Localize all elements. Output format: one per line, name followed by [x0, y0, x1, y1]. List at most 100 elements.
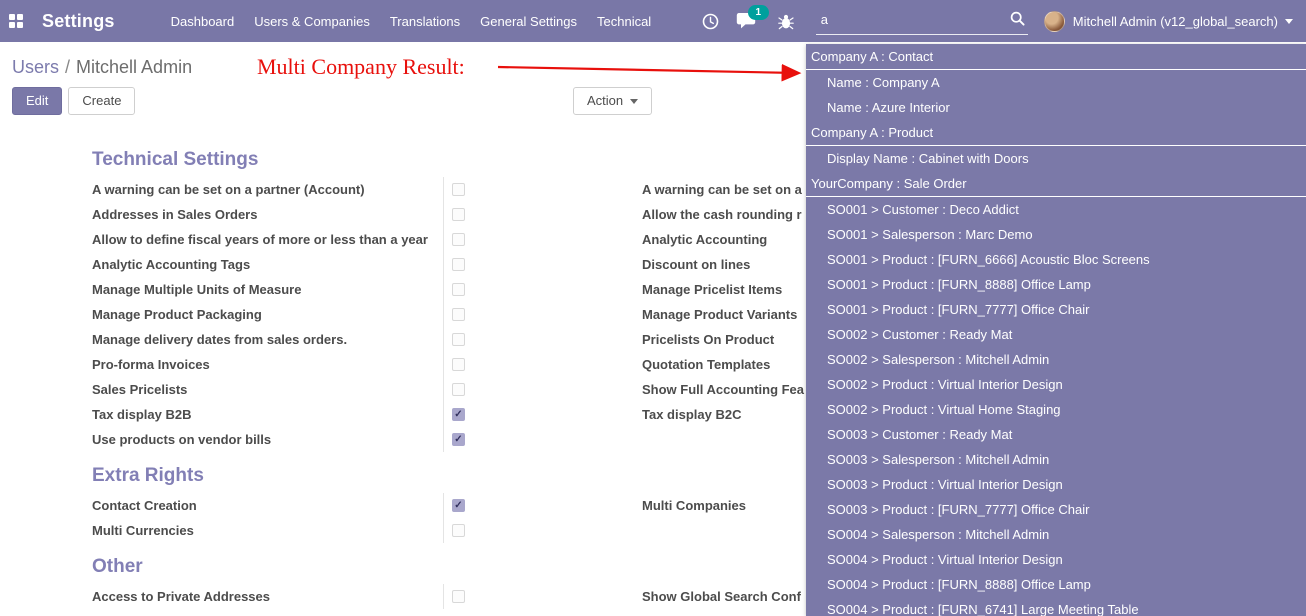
- global-search: [816, 8, 1028, 35]
- navbar-right: 1 Mitchell Admin (v12_global_search): [702, 8, 1306, 35]
- bug-icon[interactable]: [778, 13, 794, 30]
- checkbox-cell: [443, 493, 489, 518]
- app-title[interactable]: Settings: [42, 11, 115, 32]
- setting-checkbox[interactable]: [452, 590, 465, 603]
- avatar: [1044, 11, 1065, 32]
- setting-checkbox[interactable]: [452, 433, 465, 446]
- checkbox-cell: [443, 227, 489, 252]
- annotation-text: Multi Company Result:: [257, 54, 465, 80]
- caret-down-icon: [630, 99, 638, 104]
- setting-checkbox[interactable]: [452, 499, 465, 512]
- breadcrumb-separator: /: [65, 57, 70, 77]
- caret-down-icon: [1285, 19, 1293, 24]
- breadcrumb: Users / Mitchell Admin: [12, 57, 192, 78]
- search-result-item[interactable]: Display Name : Cabinet with Doors: [806, 146, 1306, 171]
- search-result-category[interactable]: YourCompany : Sale Order: [806, 171, 1306, 197]
- search-result-item[interactable]: SO003 > Customer : Ready Mat: [806, 422, 1306, 447]
- button-row: Edit Create: [12, 87, 135, 115]
- search-result-category[interactable]: Company A : Product: [806, 120, 1306, 146]
- search-result-item[interactable]: SO001 > Customer : Deco Addict: [806, 197, 1306, 222]
- setting-label-left: Access to Private Addresses: [92, 584, 270, 609]
- global-search-results-dropdown: Company A : Contact Name : Company A Nam…: [806, 44, 1306, 616]
- setting-label-right: Allow the cash rounding r: [642, 202, 802, 227]
- search-result-item[interactable]: SO003 > Salesperson : Mitchell Admin: [806, 447, 1306, 472]
- search-result-item[interactable]: SO002 > Product : Virtual Home Staging: [806, 397, 1306, 422]
- search-result-item[interactable]: Name : Azure Interior: [806, 95, 1306, 120]
- search-result-item[interactable]: SO003 > Product : [FURN_7777] Office Cha…: [806, 497, 1306, 522]
- setting-checkbox[interactable]: [452, 333, 465, 346]
- checkbox-cell: [443, 584, 489, 609]
- search-icon[interactable]: [1010, 11, 1025, 31]
- checkbox-cell: [443, 518, 489, 543]
- setting-label-left: Contact Creation: [92, 493, 197, 518]
- search-result-category[interactable]: Company A : Contact: [806, 44, 1306, 70]
- create-button[interactable]: Create: [68, 87, 135, 115]
- search-result-item[interactable]: SO002 > Product : Virtual Interior Desig…: [806, 372, 1306, 397]
- setting-checkbox[interactable]: [452, 358, 465, 371]
- search-result-item[interactable]: SO001 > Salesperson : Marc Demo: [806, 222, 1306, 247]
- checkbox-cell: [443, 352, 489, 377]
- setting-label-left: Sales Pricelists: [92, 377, 187, 402]
- setting-label-left: Addresses in Sales Orders: [92, 202, 257, 227]
- setting-label-left: Manage delivery dates from sales orders.: [92, 327, 347, 352]
- checkbox-cell: [443, 427, 489, 452]
- breadcrumb-users-link[interactable]: Users: [12, 57, 59, 77]
- checkbox-cell: [443, 327, 489, 352]
- setting-label-right: Tax display B2C: [642, 402, 741, 427]
- menu-technical[interactable]: Technical: [597, 10, 651, 33]
- menu-users-companies[interactable]: Users & Companies: [254, 10, 370, 33]
- checkbox-cell: [443, 302, 489, 327]
- setting-checkbox[interactable]: [452, 308, 465, 321]
- setting-checkbox[interactable]: [452, 233, 465, 246]
- search-result-item[interactable]: SO004 > Product : Virtual Interior Desig…: [806, 547, 1306, 572]
- edit-button[interactable]: Edit: [12, 87, 62, 115]
- setting-checkbox[interactable]: [452, 524, 465, 537]
- menu-translations[interactable]: Translations: [390, 10, 460, 33]
- action-label: Action: [587, 93, 623, 109]
- search-result-item[interactable]: SO004 > Product : [FURN_6741] Large Meet…: [806, 597, 1306, 616]
- user-menu[interactable]: Mitchell Admin (v12_global_search): [1044, 11, 1293, 32]
- search-input[interactable]: [816, 8, 1028, 35]
- search-result-item[interactable]: SO003 > Product : Virtual Interior Desig…: [806, 472, 1306, 497]
- top-navbar: Settings Dashboard Users & Companies Tra…: [0, 0, 1306, 42]
- setting-checkbox[interactable]: [452, 408, 465, 421]
- breadcrumb-current: Mitchell Admin: [76, 57, 192, 77]
- clock-icon[interactable]: [702, 13, 719, 30]
- chat-icon[interactable]: 1: [736, 12, 758, 30]
- setting-checkbox[interactable]: [452, 208, 465, 221]
- apps-grid-icon[interactable]: [9, 14, 23, 28]
- action-dropdown-button[interactable]: Action: [573, 87, 652, 115]
- search-result-item[interactable]: SO001 > Product : [FURN_7777] Office Cha…: [806, 297, 1306, 322]
- setting-label-left: Manage Multiple Units of Measure: [92, 277, 301, 302]
- search-result-item[interactable]: SO001 > Product : [FURN_6666] Acoustic B…: [806, 247, 1306, 272]
- setting-label-right: Show Global Search Conf: [642, 584, 801, 609]
- setting-label-right: Analytic Accounting: [642, 227, 767, 252]
- setting-checkbox[interactable]: [452, 258, 465, 271]
- setting-label-right: Pricelists On Product: [642, 327, 774, 352]
- checkbox-cell: [443, 402, 489, 427]
- checkbox-cell: [443, 177, 489, 202]
- setting-label-right: A warning can be set on a: [642, 177, 802, 202]
- setting-label-right: Discount on lines: [642, 252, 750, 277]
- search-result-item[interactable]: Name : Company A: [806, 70, 1306, 95]
- setting-label-left: Use products on vendor bills: [92, 427, 271, 452]
- setting-label-left: Tax display B2B: [92, 402, 191, 427]
- setting-checkbox[interactable]: [452, 283, 465, 296]
- search-result-item[interactable]: SO001 > Product : [FURN_8888] Office Lam…: [806, 272, 1306, 297]
- menu-general-settings[interactable]: General Settings: [480, 10, 577, 33]
- search-result-item[interactable]: SO002 > Salesperson : Mitchell Admin: [806, 347, 1306, 372]
- user-name: Mitchell Admin (v12_global_search): [1073, 14, 1278, 29]
- search-result-item[interactable]: SO002 > Customer : Ready Mat: [806, 322, 1306, 347]
- setting-checkbox[interactable]: [452, 383, 465, 396]
- setting-label-left: Manage Product Packaging: [92, 302, 262, 327]
- menu-dashboard[interactable]: Dashboard: [171, 10, 235, 33]
- checkbox-cell: [443, 377, 489, 402]
- search-result-item[interactable]: SO004 > Salesperson : Mitchell Admin: [806, 522, 1306, 547]
- checkbox-cell: [443, 277, 489, 302]
- search-result-item[interactable]: SO004 > Product : [FURN_8888] Office Lam…: [806, 572, 1306, 597]
- notification-badge: 1: [748, 5, 769, 20]
- setting-label-right: Manage Pricelist Items: [642, 277, 782, 302]
- setting-label-left: Allow to define fiscal years of more or …: [92, 227, 428, 252]
- setting-checkbox[interactable]: [452, 183, 465, 196]
- setting-label-left: Multi Currencies: [92, 518, 194, 543]
